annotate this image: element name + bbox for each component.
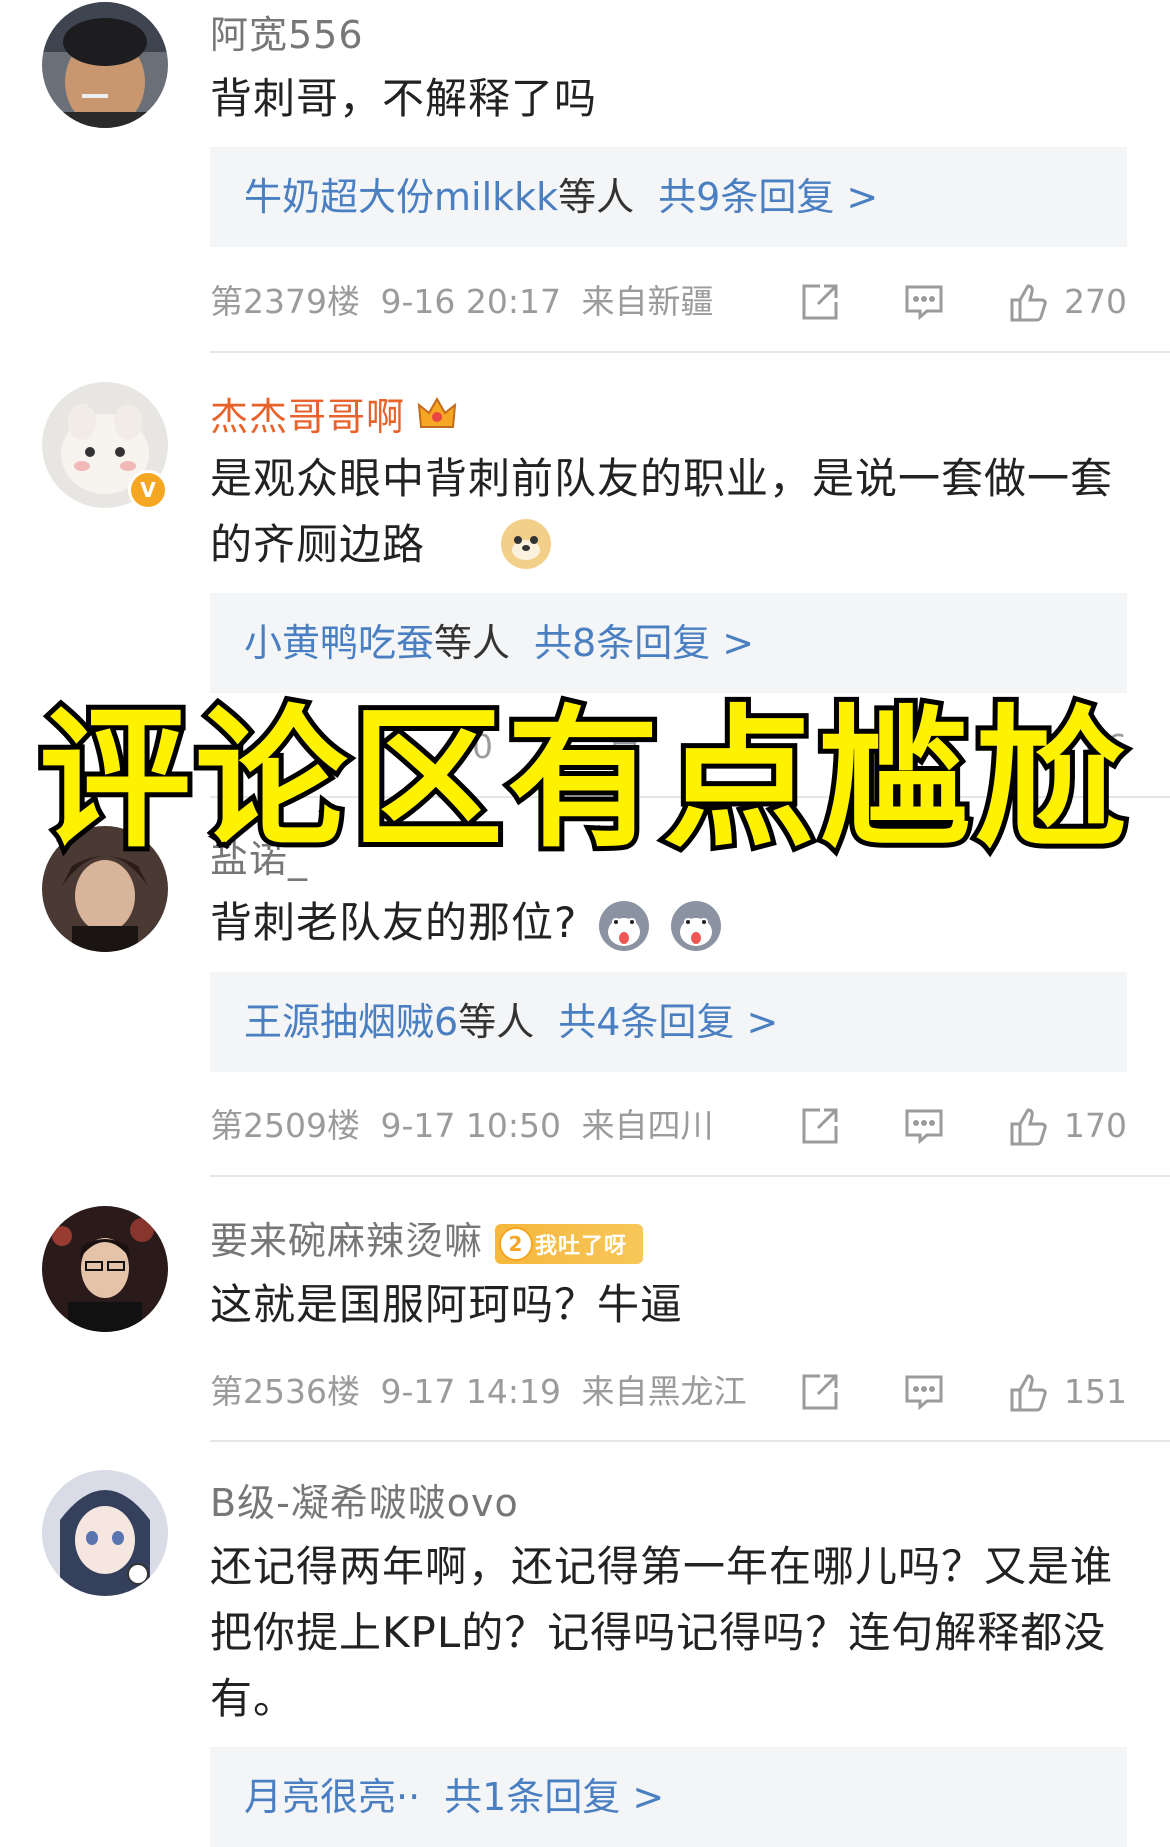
comment-text: 是观众眼中背刺前队友的职业，是说一套做一套的齐厕边路 (210, 454, 1114, 569)
replies-summary[interactable]: 月亮很亮·· 共1条回复 > (210, 1747, 1127, 1847)
comment-time: 9-17 14:19 (380, 1372, 561, 1411)
username[interactable]: 杰杰哥哥啊 (210, 386, 457, 442)
comment-location: 来自黑龙江 (581, 1372, 747, 1411)
like-icon[interactable] (1006, 280, 1050, 324)
floor-number: 第2509楼 (210, 1106, 360, 1145)
like-count: 151 (1064, 1372, 1127, 1411)
reply-count-link[interactable]: 共1条回复 > (444, 1775, 664, 1819)
comment-text: 背刺老队友的那位? (210, 890, 1130, 956)
replies-summary[interactable]: 牛奶超大份milkkk等人 共9条回复 > (210, 147, 1127, 247)
reply-and-others: 等人 (558, 175, 635, 219)
username[interactable]: 阿宽556 (210, 4, 364, 59)
badge-level: 2 (499, 1226, 534, 1261)
comment-meta: 第2509楼 9-17 10:50 来自四川 170 (210, 1101, 1127, 1151)
comment-icon[interactable] (902, 1370, 946, 1414)
overlay-caption: 评论区有点尴尬 (34, 686, 1132, 873)
comment-icon[interactable] (902, 1104, 946, 1148)
crown-icon (417, 396, 457, 442)
avatar[interactable] (42, 1470, 168, 1596)
share-icon[interactable] (798, 1104, 842, 1148)
comment-time: 9-16 20:17 (380, 282, 561, 321)
comment-icon[interactable] (902, 280, 946, 324)
like-icon[interactable] (1006, 1370, 1050, 1414)
comment-location: 来自四川 (581, 1106, 714, 1145)
reply-and-others: 等人 (458, 1000, 535, 1044)
username-text[interactable]: 要来碗麻辣烫嘛 (210, 1219, 483, 1263)
fan-badge: 2 我吐了呀 (495, 1223, 644, 1264)
reply-count-link[interactable]: 共9条回复 > (658, 175, 878, 219)
husky-emoji (670, 900, 722, 952)
husky-emoji (598, 900, 650, 952)
comment-location: 来自新疆 (581, 282, 714, 321)
reply-user-names[interactable]: 王源抽烟贼6 (244, 1000, 458, 1044)
username[interactable]: B级-凝希啵啵ovo (210, 1472, 519, 1527)
share-icon[interactable] (798, 1370, 842, 1414)
username[interactable]: 要来碗麻辣烫嘛 2 我吐了呀 (210, 1210, 644, 1265)
reply-user-names[interactable]: 月亮很亮·· (244, 1775, 420, 1819)
floor-number: 第2536楼 (210, 1372, 360, 1411)
replies-summary[interactable]: 王源抽烟贼6等人 共4条回复 > (210, 972, 1127, 1072)
comment-meta: 第2536楼 9-17 14:19 来自黑龙江 151 (210, 1367, 1127, 1417)
divider (210, 351, 1170, 353)
comment-text: 这就是国服阿珂吗？牛逼 (210, 1280, 684, 1329)
username-text[interactable]: 杰杰哥哥啊 (210, 395, 405, 439)
divider (210, 1175, 1170, 1177)
reply-user-names[interactable]: 牛奶超大份milkkk (244, 175, 558, 219)
avatar[interactable] (42, 2, 168, 128)
comment-text: 背刺哥，不解释了吗 (210, 74, 598, 123)
divider (210, 1440, 1170, 1442)
floor-number: 第2379楼 (210, 282, 360, 321)
avatar[interactable] (42, 1206, 168, 1332)
doge-emoji (500, 518, 552, 570)
comment-time: 9-17 10:50 (380, 1106, 561, 1145)
reply-count-link[interactable]: 共4条回复 > (558, 1000, 778, 1044)
like-icon[interactable] (1006, 1104, 1050, 1148)
verified-badge-icon: V (128, 470, 168, 510)
like-count: 170 (1064, 1106, 1127, 1145)
comment-text-content: 背刺老队友的那位? (210, 898, 578, 947)
comment-text: 还记得两年啊，还记得第一年在哪儿吗？又是谁把你提上KPL的？记得吗记得吗？连句解… (210, 1542, 1114, 1723)
badge-text: 我吐了呀 (535, 1233, 628, 1259)
comment-meta: 第2379楼 9-16 20:17 来自新疆 270 (210, 277, 1127, 327)
share-icon[interactable] (798, 280, 842, 324)
like-count: 270 (1064, 282, 1127, 321)
